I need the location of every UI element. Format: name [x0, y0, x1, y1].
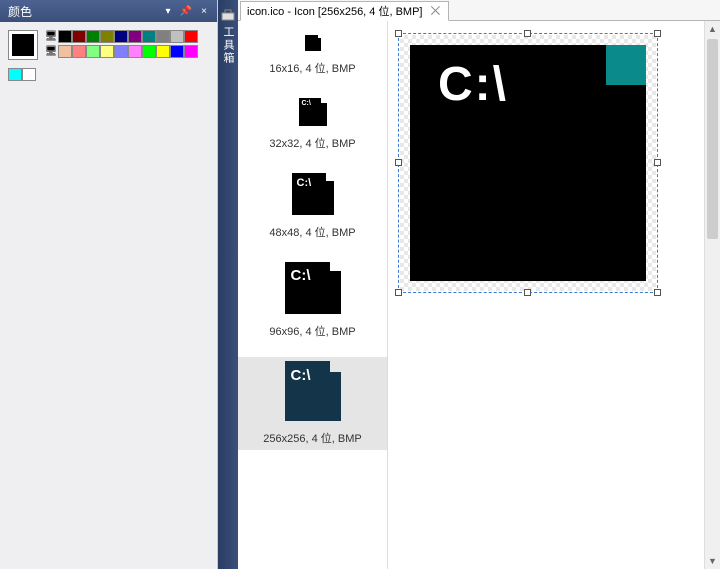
resize-handle[interactable] [395, 30, 402, 37]
color-swatch[interactable] [86, 45, 100, 58]
screen-color-icon[interactable]: 🖥 [44, 45, 58, 58]
color-swatch[interactable] [72, 30, 86, 43]
thumbnail-preview: C:\ [305, 35, 321, 51]
color-swatch[interactable] [58, 45, 72, 58]
color-swatch[interactable] [128, 45, 142, 58]
color-swatch[interactable] [142, 45, 156, 58]
thumbnail-item[interactable]: C:\ 96x96, 4 位, BMP [238, 258, 387, 343]
color-swatch[interactable] [156, 30, 170, 43]
thumbnail-item[interactable]: C:\ 48x48, 4 位, BMP [238, 169, 387, 244]
icon-canvas[interactable]: C:\ [400, 35, 656, 291]
color-panel-titlebar[interactable]: 颜色 ▾ 📌 × [0, 0, 217, 22]
thumbnail-label: 16x16, 4 位, BMP [244, 60, 381, 76]
thumbnail-preview: C:\ [299, 98, 327, 126]
resize-handle[interactable] [654, 159, 661, 166]
scrollbar-thumb[interactable] [707, 39, 718, 239]
dropdown-icon[interactable]: ▾ [159, 2, 177, 20]
color-swatch[interactable] [184, 30, 198, 43]
thumbnail-label: 256x256, 4 位, BMP [244, 430, 381, 446]
toolbox-label: 工具箱 [220, 26, 236, 65]
color-swatch[interactable] [170, 45, 184, 58]
thumbnail-label: 48x48, 4 位, BMP [244, 224, 381, 240]
thumbnail-label: 96x96, 4 位, BMP [244, 323, 381, 339]
close-icon[interactable]: × [195, 2, 213, 20]
resize-handle[interactable] [395, 159, 402, 166]
toolbox-tab[interactable]: 工具箱 [218, 0, 238, 569]
color-swatch[interactable] [170, 30, 184, 43]
color-swatch[interactable] [184, 45, 198, 58]
icon-glyph-text: C:\ [438, 57, 508, 112]
thumbnail-item[interactable]: C:\ 16x16, 4 位, BMP [238, 31, 387, 80]
thumbnail-item[interactable]: C:\ 256x256, 4 位, BMP [238, 357, 387, 450]
thumbnail-label: 32x32, 4 位, BMP [244, 135, 381, 151]
color-swatch[interactable] [72, 45, 86, 58]
color-swatch[interactable] [58, 30, 72, 43]
color-panel: 颜色 ▾ 📌 × 🖥 🖥 [0, 0, 218, 569]
pin-icon[interactable]: 📌 [177, 2, 195, 20]
color-swatch[interactable] [22, 68, 36, 81]
scroll-down-icon[interactable]: ▼ [705, 553, 720, 569]
thumbnail-preview: C:\ [292, 173, 334, 215]
foreground-color [12, 34, 34, 56]
document-tab[interactable]: icon.ico - Icon [256x256, 4 位, BMP] ⨉ [240, 1, 449, 21]
color-swatch[interactable] [86, 30, 100, 43]
resize-handle[interactable] [654, 30, 661, 37]
resize-handle[interactable] [395, 289, 402, 296]
canvas-pane: C:\ [388, 21, 720, 569]
document-tab-title: icon.ico - Icon [256x256, 4 位, BMP] [247, 3, 422, 19]
document-area: icon.ico - Icon [256x256, 4 位, BMP] ⨉ C:… [238, 0, 720, 569]
thumbnail-preview: C:\ [285, 361, 341, 421]
dog-ear [606, 45, 646, 85]
thumbnail-item[interactable]: C:\ 32x32, 4 位, BMP [238, 94, 387, 155]
icon-sizes-list[interactable]: C:\ 16x16, 4 位, BMP C:\ 32x32, 4 位, BMP C:\ 4… [238, 21, 388, 569]
color-swatch[interactable] [100, 30, 114, 43]
resize-handle[interactable] [524, 289, 531, 296]
color-swatch[interactable] [100, 45, 114, 58]
selection-border[interactable]: C:\ [398, 33, 658, 293]
color-swatch[interactable] [128, 30, 142, 43]
color-swatch[interactable] [142, 30, 156, 43]
toolbox-icon [220, 6, 236, 22]
color-swatch[interactable] [156, 45, 170, 58]
color-panel-title: 颜色 [8, 3, 159, 20]
current-color-well[interactable] [8, 30, 38, 60]
scroll-up-icon[interactable]: ▲ [705, 21, 720, 37]
tab-close-icon[interactable]: ⨉ [428, 4, 442, 18]
document-tabstrip: icon.ico - Icon [256x256, 4 位, BMP] ⨉ [238, 0, 720, 21]
vertical-scrollbar[interactable]: ▲ ▼ [704, 21, 720, 569]
screen-color-icon[interactable]: 🖥 [44, 30, 58, 43]
resize-handle[interactable] [524, 30, 531, 37]
color-swatch[interactable] [114, 45, 128, 58]
color-swatch[interactable] [8, 68, 22, 81]
thumbnail-preview: C:\ [285, 262, 341, 314]
color-swatch[interactable] [114, 30, 128, 43]
resize-handle[interactable] [654, 289, 661, 296]
